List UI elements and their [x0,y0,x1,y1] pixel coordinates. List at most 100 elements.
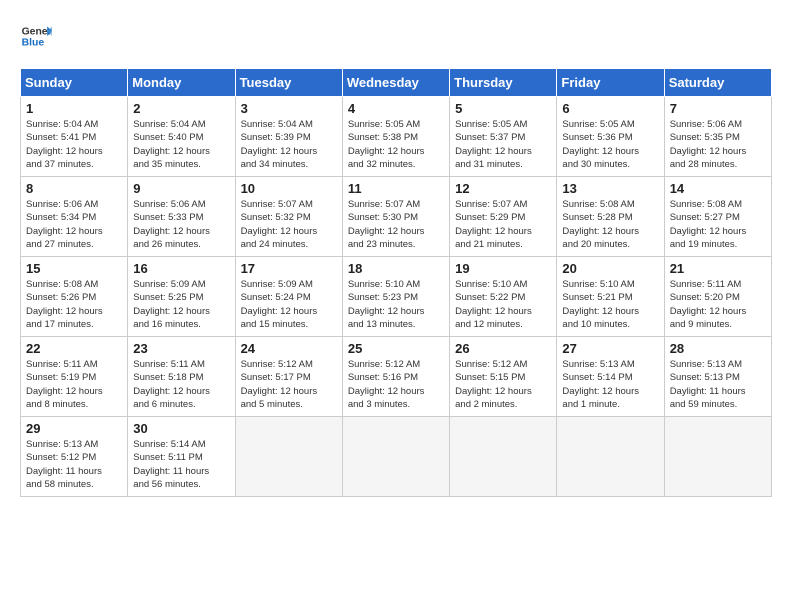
day-number: 13 [562,181,658,196]
calendar-day-cell: 18Sunrise: 5:10 AM Sunset: 5:23 PM Dayli… [342,257,449,337]
day-number: 3 [241,101,337,116]
day-info: Sunrise: 5:08 AM Sunset: 5:26 PM Dayligh… [26,278,122,331]
calendar-day-cell: 29 Sunrise: 5:13 AM Sunset: 5:12 PM Dayli… [21,417,128,497]
weekday-header: Saturday [664,69,771,97]
calendar-day-cell: 30Sunrise: 5:14 AM Sunset: 5:11 PM Dayli… [128,417,235,497]
day-number: 10 [241,181,337,196]
day-info: Sunrise: 5:13 AM Sunset: 5:12 PM Dayligh… [26,438,122,491]
calendar-day-cell: 20 Sunrise: 5:10 AM Sunset: 5:21 PM Dayli… [557,257,664,337]
calendar-day-cell: 10 Sunrise: 5:07 AM Sunset: 5:32 PM Dayli… [235,177,342,257]
day-info: Sunrise: 5:04 AM Sunset: 5:39 PM Dayligh… [241,118,337,171]
calendar-day-cell: 8Sunrise: 5:06 AM Sunset: 5:34 PM Daylig… [21,177,128,257]
day-info: Sunrise: 5:04 AM Sunset: 5:41 PM Dayligh… [26,118,122,171]
day-info: Sunrise: 5:09 AM Sunset: 5:25 PM Dayligh… [133,278,229,331]
calendar-day-cell [664,417,771,497]
day-number: 25 [348,341,444,356]
day-info: Sunrise: 5:12 AM Sunset: 5:17 PM Dayligh… [241,358,337,411]
calendar-day-cell: 22 Sunrise: 5:11 AM Sunset: 5:19 PM Dayli… [21,337,128,417]
day-number: 15 [26,261,122,276]
day-number: 29 [26,421,122,436]
day-info: Sunrise: 5:05 AM Sunset: 5:37 PM Dayligh… [455,118,551,171]
day-info: Sunrise: 5:11 AM Sunset: 5:19 PM Dayligh… [26,358,122,411]
day-number: 26 [455,341,551,356]
calendar-week-row: 1 Sunrise: 5:04 AM Sunset: 5:41 PM Daylig… [21,97,772,177]
logo: General Blue [20,20,52,52]
day-info: Sunrise: 5:13 AM Sunset: 5:14 PM Dayligh… [562,358,658,411]
weekday-header: Sunday [21,69,128,97]
calendar-day-cell [342,417,449,497]
calendar-day-cell: 7 Sunrise: 5:06 AM Sunset: 5:35 PM Daylig… [664,97,771,177]
weekday-header: Friday [557,69,664,97]
calendar-table: SundayMondayTuesdayWednesdayThursdayFrid… [20,68,772,497]
calendar-day-cell: 28 Sunrise: 5:13 AM Sunset: 5:13 PM Dayli… [664,337,771,417]
calendar-week-row: 29 Sunrise: 5:13 AM Sunset: 5:12 PM Dayli… [21,417,772,497]
day-number: 27 [562,341,658,356]
day-number: 19 [455,261,551,276]
logo-icon: General Blue [20,20,52,52]
day-number: 28 [670,341,766,356]
calendar-week-row: 15 Sunrise: 5:08 AM Sunset: 5:26 PM Dayli… [21,257,772,337]
day-info: Sunrise: 5:11 AM Sunset: 5:20 PM Dayligh… [670,278,766,331]
calendar-day-cell: 23Sunrise: 5:11 AM Sunset: 5:18 PM Dayli… [128,337,235,417]
day-number: 11 [348,181,444,196]
day-info: Sunrise: 5:07 AM Sunset: 5:30 PM Dayligh… [348,198,444,251]
day-info: Sunrise: 5:05 AM Sunset: 5:38 PM Dayligh… [348,118,444,171]
day-number: 23 [133,341,229,356]
day-info: Sunrise: 5:12 AM Sunset: 5:15 PM Dayligh… [455,358,551,411]
day-info: Sunrise: 5:07 AM Sunset: 5:32 PM Dayligh… [241,198,337,251]
calendar-day-cell: 2 Sunrise: 5:04 AM Sunset: 5:40 PM Daylig… [128,97,235,177]
calendar-day-cell: 4 Sunrise: 5:05 AM Sunset: 5:38 PM Daylig… [342,97,449,177]
day-info: Sunrise: 5:10 AM Sunset: 5:21 PM Dayligh… [562,278,658,331]
calendar-day-cell [235,417,342,497]
day-number: 17 [241,261,337,276]
calendar-day-cell: 12 Sunrise: 5:07 AM Sunset: 5:29 PM Dayli… [450,177,557,257]
weekday-header: Wednesday [342,69,449,97]
calendar-week-row: 8Sunrise: 5:06 AM Sunset: 5:34 PM Daylig… [21,177,772,257]
calendar-day-cell: 19 Sunrise: 5:10 AM Sunset: 5:22 PM Dayli… [450,257,557,337]
calendar-day-cell: 27 Sunrise: 5:13 AM Sunset: 5:14 PM Dayli… [557,337,664,417]
calendar-day-cell: 6 Sunrise: 5:05 AM Sunset: 5:36 PM Daylig… [557,97,664,177]
calendar-day-cell: 16Sunrise: 5:09 AM Sunset: 5:25 PM Dayli… [128,257,235,337]
day-number: 9 [133,181,229,196]
day-info: Sunrise: 5:13 AM Sunset: 5:13 PM Dayligh… [670,358,766,411]
day-number: 12 [455,181,551,196]
day-info: Sunrise: 5:12 AM Sunset: 5:16 PM Dayligh… [348,358,444,411]
page-header: General Blue [20,20,772,52]
calendar-day-cell: 17 Sunrise: 5:09 AM Sunset: 5:24 PM Dayli… [235,257,342,337]
day-info: Sunrise: 5:07 AM Sunset: 5:29 PM Dayligh… [455,198,551,251]
calendar-day-cell: 3 Sunrise: 5:04 AM Sunset: 5:39 PM Daylig… [235,97,342,177]
day-info: Sunrise: 5:06 AM Sunset: 5:35 PM Dayligh… [670,118,766,171]
day-info: Sunrise: 5:05 AM Sunset: 5:36 PM Dayligh… [562,118,658,171]
calendar-day-cell: 9Sunrise: 5:06 AM Sunset: 5:33 PM Daylig… [128,177,235,257]
day-number: 2 [133,101,229,116]
calendar-day-cell: 24 Sunrise: 5:12 AM Sunset: 5:17 PM Dayli… [235,337,342,417]
day-info: Sunrise: 5:04 AM Sunset: 5:40 PM Dayligh… [133,118,229,171]
day-number: 4 [348,101,444,116]
calendar-day-cell: 15 Sunrise: 5:08 AM Sunset: 5:26 PM Dayli… [21,257,128,337]
calendar-day-cell: 25 Sunrise: 5:12 AM Sunset: 5:16 PM Dayli… [342,337,449,417]
day-info: Sunrise: 5:08 AM Sunset: 5:27 PM Dayligh… [670,198,766,251]
weekday-header-row: SundayMondayTuesdayWednesdayThursdayFrid… [21,69,772,97]
day-info: Sunrise: 5:08 AM Sunset: 5:28 PM Dayligh… [562,198,658,251]
calendar-day-cell [450,417,557,497]
day-number: 7 [670,101,766,116]
day-info: Sunrise: 5:06 AM Sunset: 5:34 PM Dayligh… [26,198,122,251]
day-info: Sunrise: 5:10 AM Sunset: 5:22 PM Dayligh… [455,278,551,331]
calendar-day-cell [557,417,664,497]
day-number: 30 [133,421,229,436]
day-info: Sunrise: 5:09 AM Sunset: 5:24 PM Dayligh… [241,278,337,331]
day-number: 14 [670,181,766,196]
day-number: 18 [348,261,444,276]
calendar-day-cell: 14 Sunrise: 5:08 AM Sunset: 5:27 PM Dayli… [664,177,771,257]
day-number: 24 [241,341,337,356]
day-number: 6 [562,101,658,116]
day-number: 22 [26,341,122,356]
day-number: 21 [670,261,766,276]
day-number: 5 [455,101,551,116]
calendar-day-cell: 26 Sunrise: 5:12 AM Sunset: 5:15 PM Dayli… [450,337,557,417]
day-number: 1 [26,101,122,116]
weekday-header: Thursday [450,69,557,97]
weekday-header: Monday [128,69,235,97]
calendar-day-cell: 1 Sunrise: 5:04 AM Sunset: 5:41 PM Daylig… [21,97,128,177]
day-number: 20 [562,261,658,276]
